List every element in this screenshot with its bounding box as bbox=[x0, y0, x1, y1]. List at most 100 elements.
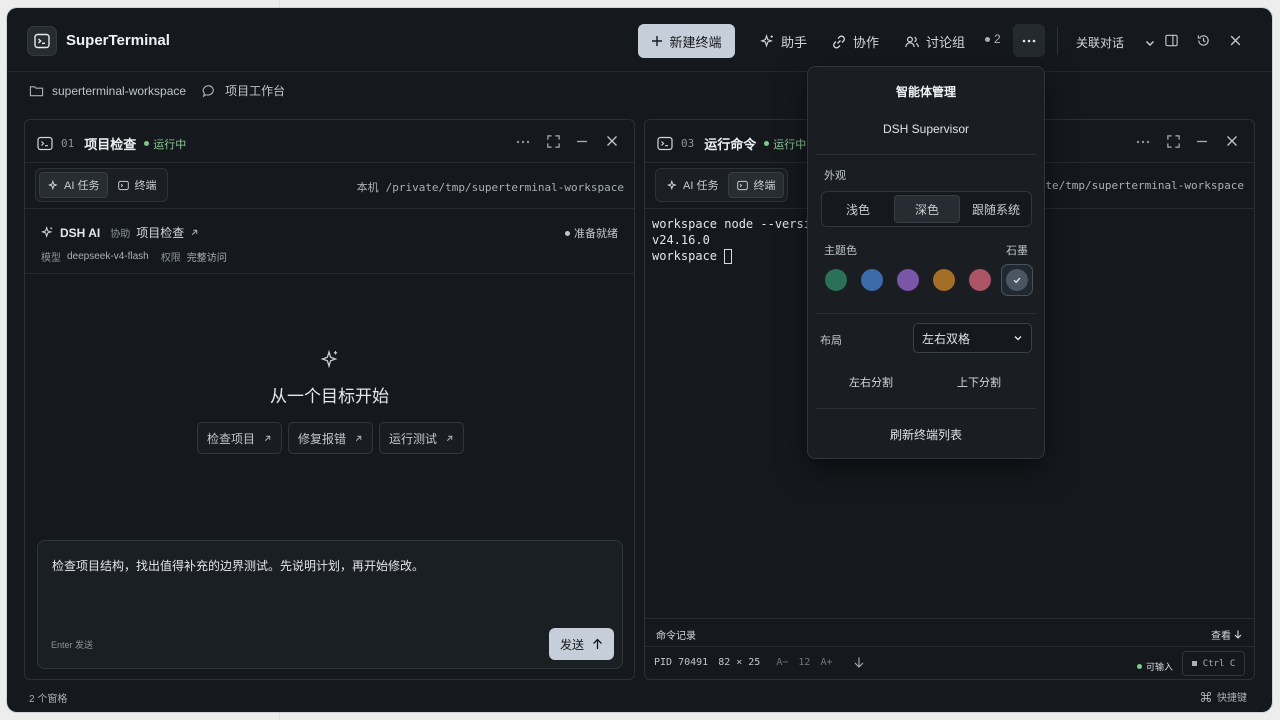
pane-project-check: 01 项目检查 运行中 AI 任务 终端 本机 /private/tmp/sup… bbox=[24, 119, 635, 680]
mode-tabs: AI 任务 终端 bbox=[655, 168, 789, 202]
command-key-icon bbox=[1201, 691, 1211, 702]
pane-header: 01 项目检查 运行中 bbox=[25, 120, 634, 163]
arrow-up-right-icon bbox=[263, 434, 272, 443]
running-status: 运行中 bbox=[764, 136, 806, 152]
current-theme-label: 石墨 bbox=[1006, 245, 1028, 257]
app-title: SuperTerminal bbox=[66, 32, 170, 49]
arrow-down-icon bbox=[1234, 630, 1242, 639]
chat-bubble-icon bbox=[202, 84, 217, 98]
chevron-down-icon bbox=[1144, 37, 1156, 49]
chip-fix-errors[interactable]: 修复报错 bbox=[288, 422, 374, 454]
online-count-badge: 2 bbox=[985, 32, 1001, 46]
workspace-link[interactable]: superterminal-workspace bbox=[52, 84, 186, 98]
tab-ai-task[interactable]: AI 任务 bbox=[39, 172, 109, 198]
agent-management-menu: 智能体管理 DSH Supervisor 外观 浅色 深色 跟随系统 主题色 石… bbox=[807, 66, 1045, 459]
folder-icon bbox=[29, 84, 44, 98]
maximize-icon[interactable] bbox=[546, 134, 561, 149]
pane-title: 运行命令 bbox=[704, 137, 757, 152]
pane-count: 2 个窗格 bbox=[29, 694, 68, 705]
send-button[interactable]: 发送 bbox=[549, 628, 614, 660]
pane-title: 项目检查 bbox=[84, 137, 137, 152]
sparkle-icon bbox=[41, 226, 54, 239]
terminal-status-bar: PID 70491 82 × 25 A− 12 A+ bbox=[654, 657, 864, 668]
terminal-icon bbox=[37, 136, 53, 151]
link-chat-select[interactable]: 关联对话 bbox=[1076, 34, 1156, 51]
breadcrumb: superterminal-workspace 项目工作台 bbox=[29, 82, 285, 99]
prompt-input[interactable]: 检查项目结构，找出值得补充的边界测试。先说明计划，再开始修改。 Enter 发送… bbox=[37, 540, 623, 669]
title-bar: SuperTerminal 新建终端 助手 协作 讨论组 2 关联对话 bbox=[7, 8, 1272, 72]
menu-title: 智能体管理 bbox=[895, 85, 956, 99]
theme-orange[interactable] bbox=[933, 269, 955, 291]
appearance-light[interactable]: 浅色 bbox=[825, 195, 891, 223]
more-horizontal-icon bbox=[1022, 39, 1036, 43]
theme-green[interactable] bbox=[825, 269, 847, 291]
arrow-up-right-icon[interactable] bbox=[190, 228, 199, 237]
sidebar-toggle-icon[interactable] bbox=[1164, 33, 1179, 48]
agent-info: DSH AI 协助 项目检查 bbox=[41, 224, 199, 241]
running-status: 运行中 bbox=[144, 136, 186, 152]
collaborate-button[interactable]: 协作 bbox=[831, 32, 879, 51]
history-icon[interactable] bbox=[1196, 33, 1211, 48]
arrow-up-icon bbox=[592, 638, 603, 650]
new-terminal-button[interactable]: 新建终端 bbox=[638, 24, 735, 58]
theme-blue[interactable] bbox=[861, 269, 883, 291]
link-icon bbox=[831, 34, 847, 50]
close-icon[interactable] bbox=[1226, 135, 1238, 147]
font-increase-button[interactable]: A+ bbox=[820, 657, 832, 668]
workbench-link[interactable]: 项目工作台 bbox=[225, 82, 285, 99]
arrow-down-icon[interactable] bbox=[854, 657, 864, 668]
tab-terminal[interactable]: 终端 bbox=[728, 172, 785, 198]
ctrl-c-button[interactable]: Ctrl C bbox=[1182, 651, 1245, 676]
font-decrease-button[interactable]: A− bbox=[776, 657, 788, 668]
sparkle-icon bbox=[320, 349, 340, 369]
input-ready-status: 可输入 bbox=[1137, 660, 1173, 673]
terminal-output[interactable]: workspace node --versi v24.16.0 workspac… bbox=[652, 216, 811, 264]
chip-check-project[interactable]: 检查项目 bbox=[197, 422, 283, 454]
minimize-icon[interactable] bbox=[576, 140, 588, 143]
split-top-bottom-button[interactable]: 上下分割 bbox=[957, 374, 1001, 390]
users-icon bbox=[904, 34, 920, 50]
empty-state-title: 从一个目标开始 bbox=[270, 387, 389, 406]
arrow-up-right-icon bbox=[354, 434, 363, 443]
ready-status: 准备就绪 bbox=[565, 225, 618, 241]
terminal-icon bbox=[657, 136, 673, 151]
more-horizontal-icon[interactable] bbox=[516, 140, 530, 144]
terminal-cursor bbox=[724, 248, 733, 264]
assistant-button[interactable]: 助手 bbox=[760, 32, 807, 51]
mode-tabs: AI 任务 终端 bbox=[35, 168, 169, 202]
appearance-system[interactable]: 跟随系统 bbox=[963, 195, 1029, 223]
appearance-dark[interactable]: 深色 bbox=[894, 195, 960, 223]
more-horizontal-icon[interactable] bbox=[1136, 140, 1150, 144]
chevron-down-icon bbox=[1013, 333, 1023, 343]
minimize-icon[interactable] bbox=[1196, 140, 1208, 143]
shortcuts-button[interactable]: 快捷键 bbox=[1201, 689, 1247, 704]
terminal-icon bbox=[737, 180, 749, 191]
theme-graphite-selected[interactable] bbox=[1001, 264, 1033, 296]
tab-ai-task[interactable]: AI 任务 bbox=[659, 172, 726, 198]
layout-select[interactable]: 左右双格 bbox=[913, 323, 1032, 353]
theme-purple[interactable] bbox=[897, 269, 919, 291]
terminal-path: ivate/tmp/superterminal-workspace bbox=[1025, 179, 1244, 192]
split-left-right-button[interactable]: 左右分割 bbox=[849, 374, 893, 390]
check-icon bbox=[1006, 269, 1028, 291]
sparkle-icon bbox=[760, 34, 775, 49]
sparkle-icon bbox=[667, 179, 678, 191]
arrow-up-right-icon bbox=[445, 434, 454, 443]
discussion-group-button[interactable]: 讨论组 bbox=[904, 32, 965, 51]
more-options-button[interactable] bbox=[1013, 24, 1045, 57]
agent-name: DSH AI bbox=[60, 225, 101, 240]
app-window: SuperTerminal 新建终端 助手 协作 讨论组 2 关联对话 supe… bbox=[7, 8, 1272, 712]
plus-icon bbox=[651, 35, 663, 47]
supervisor-item[interactable]: DSH Supervisor bbox=[808, 122, 1044, 136]
theme-red[interactable] bbox=[969, 269, 991, 291]
stop-icon bbox=[1191, 661, 1197, 666]
tab-terminal[interactable]: 终端 bbox=[110, 172, 164, 198]
agent-meta: 模型 deepseek-v4-flash 权限 完整访问 bbox=[41, 251, 227, 264]
maximize-icon[interactable] bbox=[1166, 134, 1181, 149]
close-icon[interactable] bbox=[1229, 34, 1242, 47]
close-icon[interactable] bbox=[606, 135, 618, 147]
chip-run-tests[interactable]: 运行测试 bbox=[379, 422, 465, 454]
refresh-terminal-list[interactable]: 刷新终端列表 bbox=[808, 426, 1044, 443]
sparkle-icon bbox=[48, 179, 59, 191]
view-history-button[interactable]: 查看 bbox=[1211, 627, 1242, 642]
